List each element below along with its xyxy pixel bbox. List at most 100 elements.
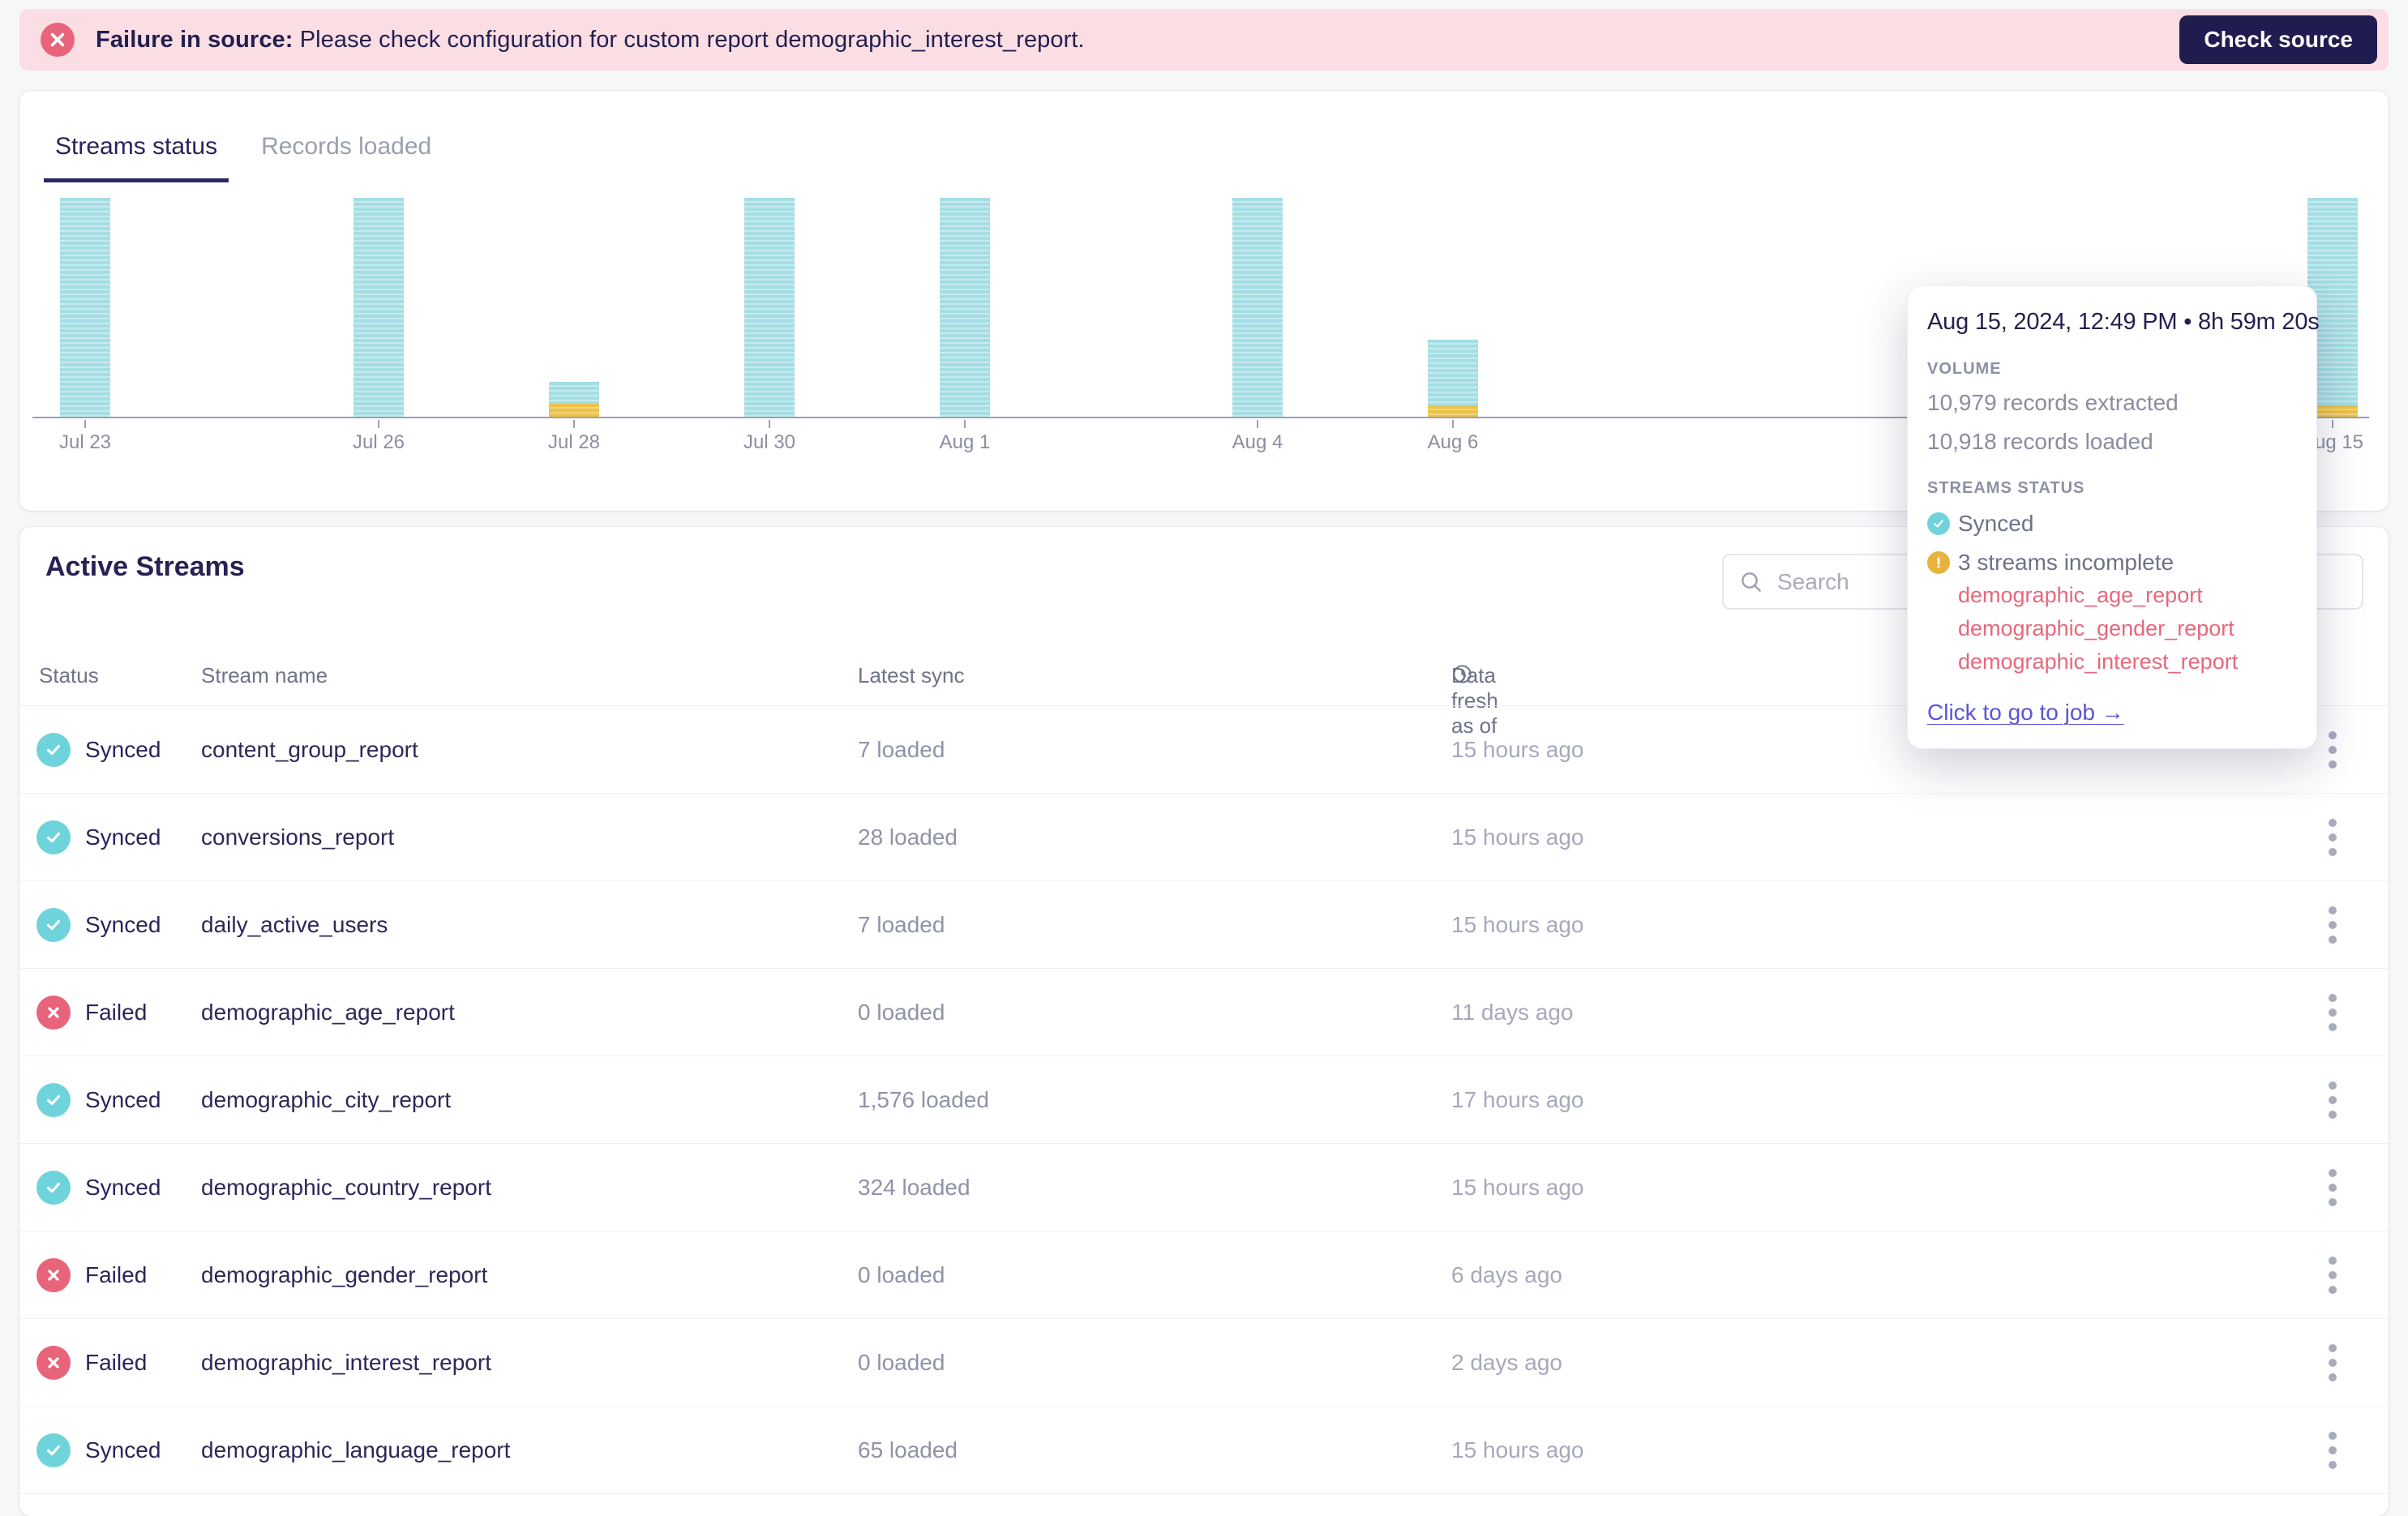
table-row-demographic_interest_report: Failed demographic_interest_report 0 loade… [19,1319,2389,1407]
tooltip-extracted: 10,979 records extracted [1927,390,2179,415]
status-label: Synced [85,1437,161,1462]
column-status: Status [39,663,99,687]
synced-check-icon [36,733,71,767]
chart-tabs: Streams status Records loaded [44,120,443,182]
error-banner: Failure in source: Please check configur… [19,9,2389,71]
synced-check-icon [36,908,71,942]
data-fresh-value: 15 hours ago [1451,1174,1584,1200]
x-axis-label: Aug 4 [1232,431,1283,453]
tab-records-loaded[interactable]: Records loaded [250,120,443,182]
latest-sync-value: 28 loaded [858,824,958,850]
x-axis-tick [1257,420,1258,428]
column-data-fresh: Data fresh as of [1451,663,1498,738]
failed-x-icon [36,1346,71,1380]
latest-sync-value: 7 loaded [858,911,945,937]
data-fresh-value: 17 hours ago [1451,1086,1584,1112]
chart-bar-jul-23[interactable] [60,198,110,417]
data-fresh-value: 15 hours ago [1451,824,1584,850]
chart-bar-jul-26[interactable] [353,198,404,417]
x-axis-label: Aug 6 [1427,431,1479,453]
status-label: Synced [85,911,161,937]
chart-bar-jul-28[interactable] [549,382,599,417]
x-axis-tick [573,420,575,428]
status-label: Synced [85,736,161,762]
data-fresh-value: 6 days ago [1451,1261,1562,1287]
row-actions-kebab-icon[interactable] [2320,986,2345,1039]
sync-tooltip: Aug 15, 2024, 12:49 PM • 8h 59m 20s VOLU… [1907,285,2320,749]
chart-bar-warning-segment [549,404,599,417]
stream-name: demographic_age_report [201,999,455,1025]
stream-name: demographic_country_report [201,1174,491,1200]
latest-sync-value: 0 loaded [858,1349,945,1375]
incomplete-stream-link-demographic_age_report[interactable]: demographic_age_report [1958,579,2299,612]
row-actions-kebab-icon[interactable] [2320,1161,2345,1214]
incomplete-stream-link-demographic_gender_report[interactable]: demographic_gender_report [1958,612,2299,645]
table-row-demographic_age_report: Failed demographic_age_report 0 loaded 11 d… [19,969,2389,1056]
table-row-demographic_language_report: Synced demographic_language_report 65 load… [19,1407,2389,1494]
synced-check-icon [36,1171,71,1205]
row-actions-kebab-icon[interactable] [2320,723,2345,777]
search-icon [1738,569,1764,595]
status-label: Failed [85,1349,148,1375]
data-fresh-value: 15 hours ago [1451,1437,1584,1462]
x-axis-label: Jul 28 [547,431,601,453]
tooltip-incomplete-row: 3 streams incomplete [1927,550,2299,576]
stream-name: demographic_language_report [201,1437,511,1462]
latest-sync-value: 0 loaded [858,999,945,1025]
banner-message: Failure in source: Please check configur… [96,26,1085,53]
row-actions-kebab-icon[interactable] [2320,811,2345,864]
stream-name: conversions_report [201,824,395,850]
chart-bar-jul-30[interactable] [744,198,795,417]
chart-bar-aug-1[interactable] [940,198,990,417]
tab-streams-status[interactable]: Streams status [44,120,229,182]
x-axis-tick [378,420,379,428]
x-axis-label: Aug 1 [939,431,991,453]
data-fresh-value: 15 hours ago [1451,911,1584,937]
latest-sync-value: 7 loaded [858,736,945,762]
incomplete-stream-link-demographic_interest_report[interactable]: demographic_interest_report [1958,645,2299,679]
chart-bar-warning-segment [1428,405,1478,417]
row-actions-kebab-icon[interactable] [2320,1073,2345,1127]
status-label: Failed [85,999,148,1025]
row-actions-kebab-icon[interactable] [2320,1248,2345,1302]
data-fresh-value: 2 days ago [1451,1349,1562,1375]
latest-sync-value: 1,576 loaded [858,1086,989,1112]
latest-sync-value: 324 loaded [858,1174,970,1200]
incomplete-stream-links: demographic_age_report demographic_gender… [1927,579,2299,679]
status-label: Synced [85,1086,161,1112]
go-to-job-link[interactable]: Click to go to job → [1927,700,2124,726]
stream-name: demographic_city_report [201,1086,452,1112]
synced-check-icon [36,1433,71,1467]
failed-x-icon [36,996,71,1030]
warning-icon [1927,551,1950,574]
error-circle-icon [41,23,75,57]
table-row-demographic_city_report: Synced demographic_city_report 1,576 loade… [19,1056,2389,1144]
row-actions-kebab-icon[interactable] [2320,898,2345,952]
chart-bar-aug-6[interactable] [1428,340,1478,417]
x-axis-tick [2332,420,2333,428]
synced-check-icon [36,820,71,854]
active-streams-title: Active Streams [45,551,245,582]
row-actions-kebab-icon[interactable] [2320,1336,2345,1390]
table-row-demographic_gender_report: Failed demographic_gender_report 0 loaded 6… [19,1231,2389,1319]
x-axis-tick [84,420,86,428]
stream-name: demographic_gender_report [201,1261,488,1287]
chart-bar-aug-4[interactable] [1232,198,1283,417]
failed-x-icon [36,1258,71,1292]
x-axis-tick [1452,420,1454,428]
latest-sync-value: 65 loaded [858,1437,958,1462]
x-axis-tick [964,420,966,428]
status-label: Failed [85,1261,148,1287]
tooltip-streams-status-label: STREAMS STATUS [1927,479,2085,497]
status-label: Synced [85,1174,161,1200]
data-fresh-value: 11 days ago [1451,999,1574,1025]
status-label: Synced [85,824,161,850]
table-row-daily_active_users: Synced daily_active_users 7 loaded 15 hours… [19,881,2389,969]
synced-check-icon [36,1083,71,1117]
stream-name: demographic_interest_report [201,1349,491,1375]
row-actions-kebab-icon[interactable] [2320,1424,2345,1477]
table-row-demographic_country_report: Synced demographic_country_report 324 load… [19,1144,2389,1231]
check-source-button[interactable]: Check source [2179,15,2377,64]
tooltip-volume-label: VOLUME [1927,360,2002,378]
column-latest-sync: Latest sync [858,663,965,687]
